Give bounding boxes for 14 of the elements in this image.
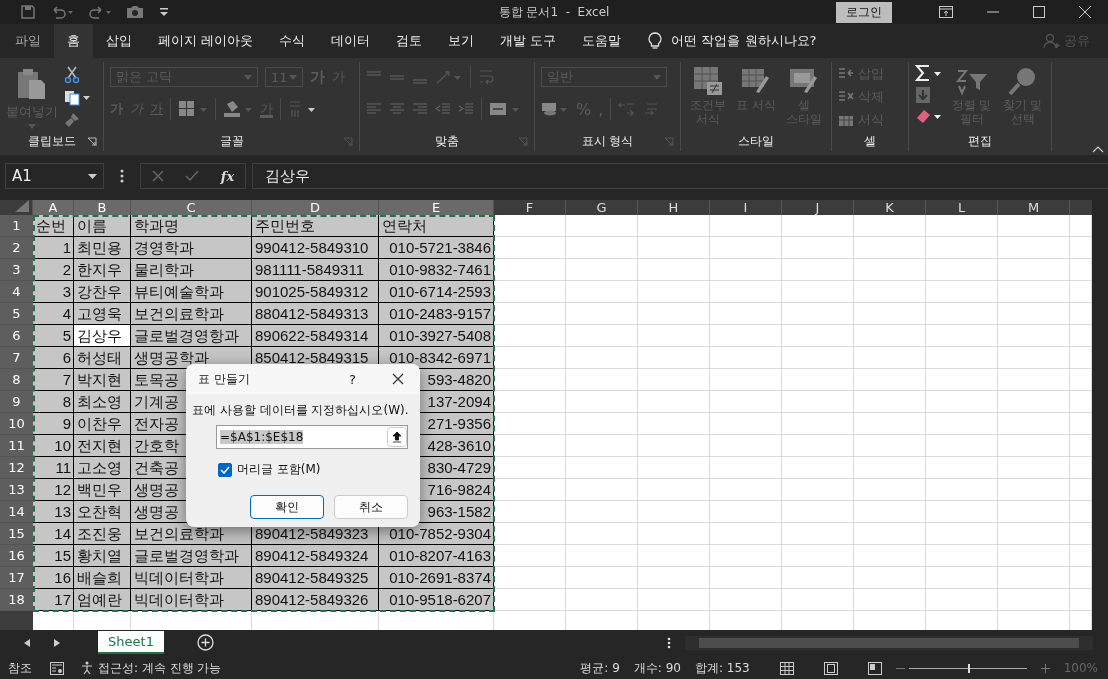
status-mode: 참조 [8,659,32,677]
window-title: 통합 문서1 - Excel [498,3,610,21]
group-label: 맞춤 [435,132,459,150]
dialog-title: 표 만들기 [198,370,251,388]
group-label: 글꼴 [219,132,244,150]
checkbox-label: 머리글 포함(M) [237,461,321,478]
group-label: 셀 [864,132,876,150]
group-label: 클립보드 [27,132,76,150]
count-value: 개수: 90 [633,659,681,677]
group-label: 스타일 [738,132,774,150]
group-label: 편집 [968,132,992,150]
sum-value: 합계: 153 [694,659,750,677]
group-label: 표시 형식 [581,132,634,150]
average-value: 평균: 9 [580,659,620,677]
